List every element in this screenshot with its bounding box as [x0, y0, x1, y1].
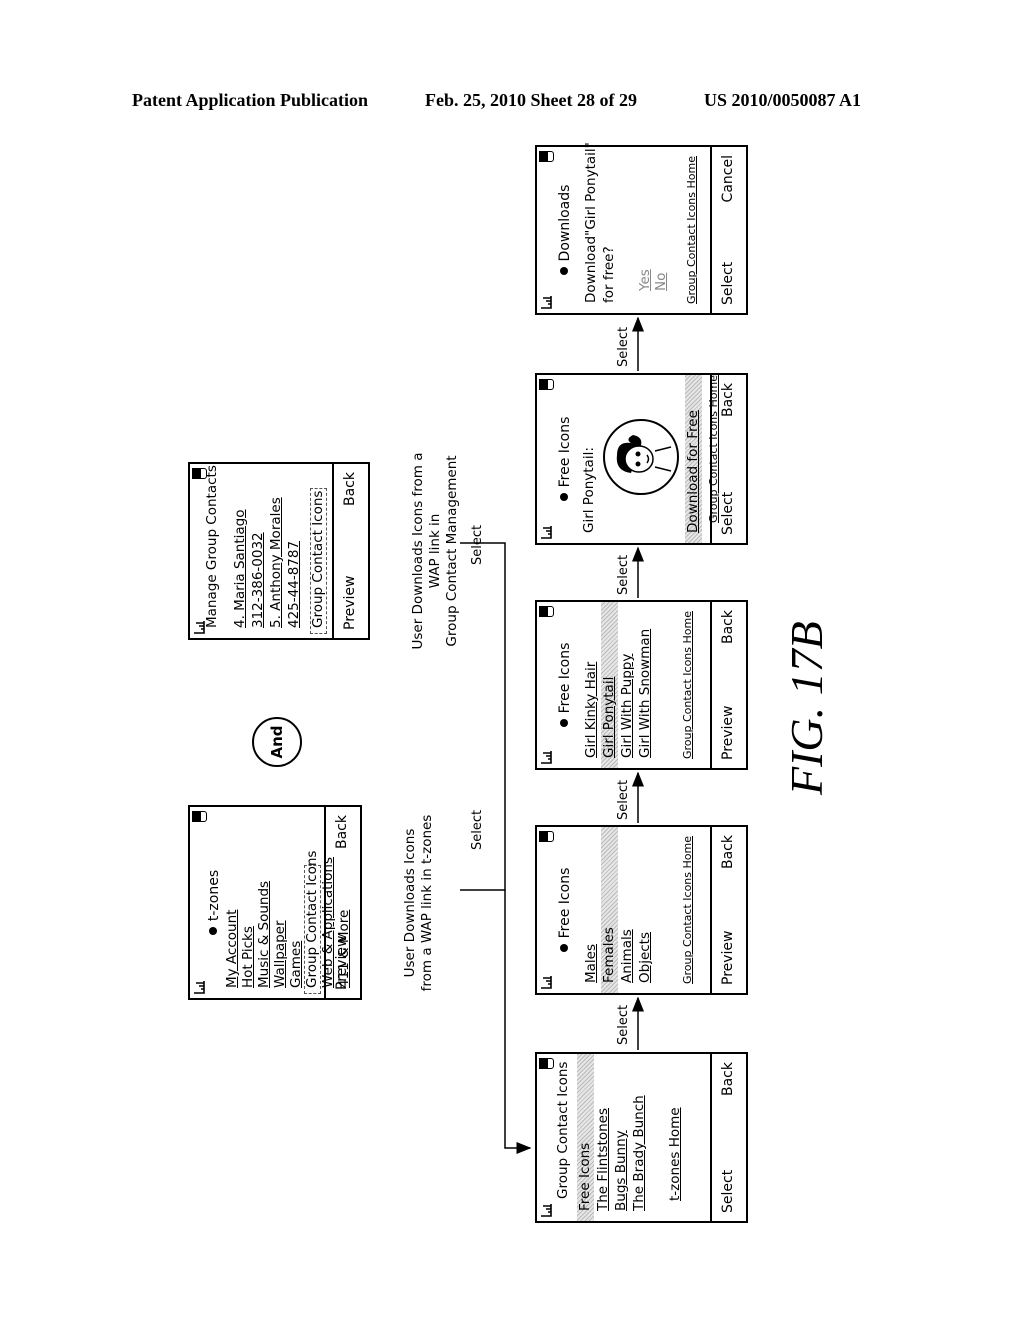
- menu-item[interactable]: The Flintstones: [595, 1054, 612, 1221]
- signal-icon: [541, 751, 552, 764]
- contact-phone[interactable]: 312-386-0032: [250, 464, 267, 638]
- download-prompt-2: for free?: [601, 246, 617, 303]
- contact-name[interactable]: 5. Anthony Morales: [268, 464, 285, 638]
- menu-item[interactable]: My Account: [224, 807, 241, 998]
- signal-icon: [194, 981, 205, 994]
- left-softkey[interactable]: Select: [720, 1170, 736, 1213]
- left-softkey[interactable]: Select: [720, 262, 736, 305]
- select-label-1: Select: [616, 1004, 631, 1045]
- screen-free-icons-females: Free Icons Girl Kinky Hair Girl Ponytail…: [535, 600, 748, 770]
- left-softkey[interactable]: Preview: [342, 576, 358, 631]
- menu-item[interactable]: Objects: [637, 827, 654, 993]
- group-contact-icons-link[interactable]: Group Contact Icons: [310, 488, 327, 634]
- home-link[interactable]: Group Contact Icons Home: [683, 147, 700, 313]
- menu-item[interactable]: The Brady Bunch: [631, 1054, 648, 1221]
- screen-girl-ponytail: Free Icons Girl Ponytail: Download for F…: [535, 373, 748, 545]
- select-label-manage: Select: [470, 524, 485, 565]
- girl-ponytail-icon-preview: [603, 419, 679, 495]
- menu-item[interactable]: Girl With Snowman: [637, 602, 654, 768]
- connectors: [460, 316, 644, 1154]
- screen-manage-contacts: Manage Group Contacts 4. Maria Santiago …: [188, 462, 370, 640]
- contact-name[interactable]: 4. Maria Santiago: [232, 464, 249, 638]
- menu-item[interactable]: Males: [583, 827, 600, 993]
- menu-item[interactable]: Girl Kinky Hair: [583, 602, 600, 768]
- signal-icon: [541, 1204, 552, 1217]
- screen-downloads-confirm: Downloads Download"Girl Ponytail" for fr…: [535, 142, 748, 315]
- menu-item[interactable]: Wallpaper: [272, 807, 289, 998]
- home-link[interactable]: Group Contact Icons Home: [679, 602, 696, 768]
- publication-number: US 2010/0050087 A1: [704, 90, 862, 110]
- screen-tzones: t-zones My Account Hot Picks Music & Sou…: [188, 805, 362, 1000]
- globe-icon: [209, 927, 217, 936]
- select-label-4: Select: [616, 326, 631, 367]
- signal-icon: [541, 296, 552, 309]
- battery-icon: [539, 151, 554, 162]
- option-no[interactable]: No: [653, 147, 670, 313]
- menu-item[interactable]: Music & Sounds: [256, 807, 273, 998]
- right-softkey[interactable]: Cancel: [720, 155, 736, 202]
- screen-title: Manage Group Contacts: [204, 465, 220, 628]
- girl-face-icon: [616, 435, 672, 473]
- screen-title: Free Icons: [557, 827, 573, 993]
- screen-title: Free Icons: [557, 375, 573, 543]
- caption-tzones: User Downloads Icons from a WAP link in …: [402, 814, 435, 992]
- battery-icon: [539, 379, 554, 390]
- download-prompt: Download"Girl Ponytail": [583, 142, 599, 303]
- right-softkey[interactable]: Back: [720, 1062, 736, 1096]
- screen-title: t-zones: [206, 807, 222, 998]
- globe-icon: [560, 944, 568, 953]
- home-link[interactable]: Group Contact Icons Home: [679, 827, 696, 993]
- contact-phone[interactable]: 425-44-8787: [286, 464, 303, 638]
- figure-label: FIG. 17B: [781, 621, 832, 795]
- globe-icon: [560, 719, 568, 728]
- menu-item-selected[interactable]: Group Contact Icons: [304, 851, 321, 994]
- right-softkey[interactable]: Back: [720, 610, 736, 644]
- menu-item-selected[interactable]: Females: [601, 827, 618, 993]
- and-connector: And: [252, 717, 302, 767]
- battery-icon: [192, 811, 207, 822]
- right-softkey[interactable]: Back: [334, 815, 350, 849]
- publication-type: Patent Application Publication: [132, 90, 369, 110]
- menu-item[interactable]: Games: [288, 807, 305, 998]
- menu-item[interactable]: Girl With Puppy: [619, 602, 636, 768]
- caption-manage: User Downloads Icons from a WAP link in …: [410, 452, 460, 650]
- select-label-3: Select: [616, 554, 631, 595]
- right-softkey[interactable]: Back: [720, 383, 736, 417]
- screen-free-icons-categories: Free Icons Males Females Animals Objects…: [535, 825, 748, 995]
- menu-item[interactable]: Bugs Bunny: [613, 1054, 630, 1221]
- battery-icon: [539, 1058, 554, 1069]
- signal-icon: [541, 976, 552, 989]
- menu-item[interactable]: Hot Picks: [240, 807, 257, 998]
- select-label-tzones: Select: [470, 809, 485, 850]
- left-softkey[interactable]: Preview: [720, 931, 736, 986]
- menu-item[interactable]: Animals: [619, 827, 636, 993]
- left-softkey[interactable]: Select: [720, 492, 736, 535]
- home-link[interactable]: t-zones Home: [667, 1054, 684, 1221]
- battery-icon: [539, 606, 554, 617]
- menu-item-selected[interactable]: Free Icons: [577, 1054, 594, 1221]
- download-for-free-button[interactable]: Download for Free: [685, 375, 702, 543]
- date-sheet: Feb. 25, 2010 Sheet 28 of 29: [425, 90, 637, 110]
- signal-icon: [541, 526, 552, 539]
- route-to-gci: [504, 890, 532, 1154]
- right-softkey[interactable]: Back: [342, 472, 358, 506]
- option-yes[interactable]: Yes: [637, 147, 654, 313]
- icon-name: Girl Ponytail:: [581, 447, 597, 533]
- screen-title: Free Icons: [557, 602, 573, 768]
- screen-group-contact-icons: Group Contact Icons Free Icons The Flint…: [535, 1052, 748, 1223]
- screen-title: Downloads: [557, 147, 573, 313]
- battery-icon: [539, 831, 554, 842]
- menu-item-selected[interactable]: Girl Ponytail: [601, 602, 618, 768]
- screen-title: Group Contact Icons: [555, 1061, 571, 1199]
- right-softkey[interactable]: Back: [720, 835, 736, 869]
- figure-canvas: Select Select Select Select Select Selec…: [180, 135, 860, 1235]
- globe-icon: [560, 493, 568, 502]
- left-softkey[interactable]: Preview: [720, 706, 736, 761]
- left-softkey[interactable]: Preview: [334, 936, 350, 991]
- select-label-2: Select: [616, 779, 631, 820]
- globe-icon: [560, 267, 568, 276]
